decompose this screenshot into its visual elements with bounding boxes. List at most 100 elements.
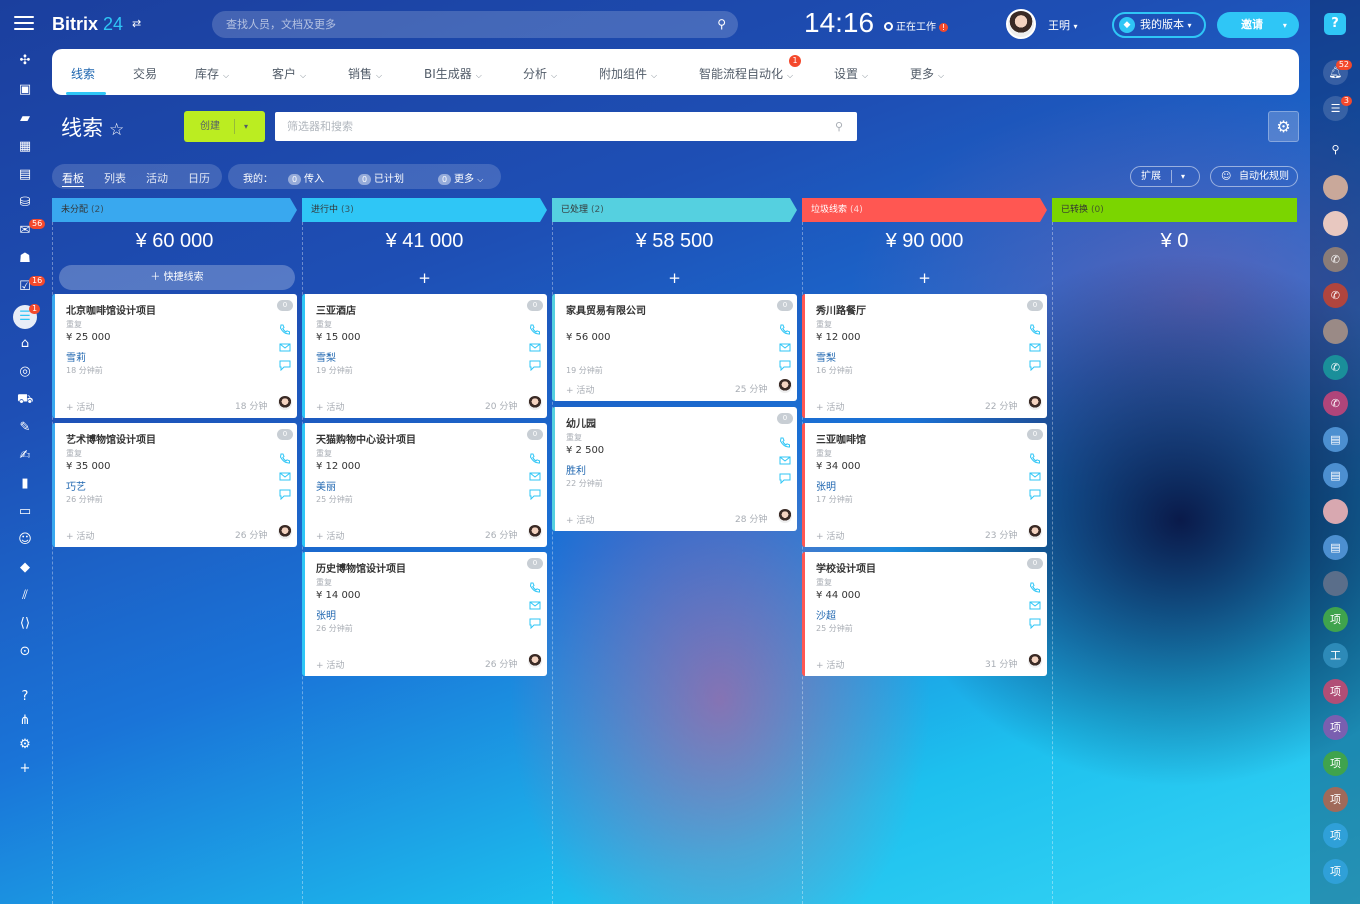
mail-icon[interactable]	[529, 467, 541, 481]
lead-card[interactable]: 艺术博物馆设计项目 重复 ¥ 35 000 巧艺 26 分钟前 + 活动 26 分钟 0	[52, 423, 297, 547]
work-status[interactable]: 正在工作!	[884, 18, 949, 33]
card-avatar[interactable]	[1028, 396, 1042, 410]
add-activity-link[interactable]: + 活动	[816, 400, 844, 413]
card-avatar[interactable]	[528, 396, 542, 410]
card-icon[interactable]: ▤	[1323, 463, 1348, 488]
card-title[interactable]: 学校设计项目	[816, 560, 876, 575]
card-responsible[interactable]: 张明	[316, 607, 336, 622]
column-header[interactable]: 未分配 (2)	[52, 198, 297, 222]
call-icon[interactable]: ✆	[1323, 355, 1348, 380]
card-avatar[interactable]	[1028, 525, 1042, 539]
expand-button[interactable]: 扩展 ▾	[1130, 166, 1200, 187]
phone-icon[interactable]	[1029, 449, 1041, 464]
add-icon[interactable]: +	[802, 268, 1047, 288]
settings-icon[interactable]: ⚙	[17, 738, 33, 752]
lead-card[interactable]: 历史博物馆设计项目 重复 ¥ 14 000 张明 26 分钟前 + 活动 26 分钟 0	[302, 552, 547, 676]
tab-more[interactable]: 更多 ⌵	[910, 65, 944, 82]
card-responsible[interactable]: 雪梨	[816, 349, 836, 364]
card-responsible[interactable]: 美丽	[316, 478, 336, 493]
tab-sales[interactable]: 销售 ⌵	[348, 65, 382, 82]
card-title[interactable]: 北京咖啡馆设计项目	[66, 302, 156, 317]
calendar-icon[interactable]: ▦	[17, 140, 33, 154]
chat-icon[interactable]	[279, 485, 291, 501]
project-avatar[interactable]: 项	[1323, 679, 1348, 704]
contact-avatar[interactable]	[1323, 319, 1348, 344]
card-responsible[interactable]: 雪莉	[66, 349, 86, 364]
tab-bi-builder[interactable]: BI生成器 ⌵	[424, 65, 482, 82]
view-list[interactable]: 列表	[104, 170, 126, 186]
quick-lead-button[interactable]: ＋ 快捷线索	[59, 265, 295, 290]
tab-leads[interactable]: 线索	[71, 65, 95, 82]
lead-card[interactable]: 学校设计项目 重复 ¥ 44 000 沙超 25 分钟前 + 活动 31 分钟 0	[802, 552, 1047, 676]
card-avatar[interactable]	[278, 396, 292, 410]
create-button[interactable]: 创建 ▾	[184, 111, 265, 142]
call-icon[interactable]: ✆	[1323, 391, 1348, 416]
box-icon[interactable]: ◆	[17, 561, 33, 575]
structure-icon[interactable]: ⋔	[17, 714, 33, 728]
phone-icon[interactable]	[779, 320, 791, 335]
contact-avatar[interactable]	[1323, 499, 1348, 524]
contact-avatar[interactable]	[1323, 175, 1348, 200]
robot-icon[interactable]: ☺	[17, 533, 33, 547]
tab-addons[interactable]: 附加组件 ⌵	[599, 65, 657, 82]
tab-analytics[interactable]: 分析 ⌵	[523, 65, 557, 82]
user-menu[interactable]: 王明 ▾	[1048, 17, 1078, 33]
phone-icon[interactable]	[279, 320, 291, 335]
counter-incoming[interactable]: 0 传入	[288, 170, 324, 185]
add-activity-link[interactable]: + 活动	[316, 400, 344, 413]
form-icon[interactable]: ✎	[17, 421, 33, 435]
tab-settings[interactable]: 设置 ⌵	[834, 65, 868, 82]
card-title[interactable]: 历史博物馆设计项目	[316, 560, 406, 575]
chat-icon[interactable]	[779, 356, 791, 372]
user-avatar[interactable]	[1006, 9, 1036, 39]
phone-icon[interactable]	[529, 320, 541, 335]
chat-icon[interactable]	[529, 356, 541, 372]
view-calendar[interactable]: 日历	[188, 170, 210, 186]
column-header[interactable]: 进行中 (3)	[302, 198, 547, 222]
phone-icon[interactable]	[529, 578, 541, 593]
search-icon[interactable]: ⚲	[1323, 137, 1348, 162]
chat-icon[interactable]	[1029, 614, 1041, 630]
phone-icon[interactable]	[279, 449, 291, 464]
lead-card[interactable]: 北京咖啡馆设计项目 重复 ¥ 25 000 雪莉 18 分钟前 + 活动 18 分钟 0	[52, 294, 297, 418]
chevron-down-icon[interactable]: ▾	[244, 111, 248, 142]
mail-icon[interactable]	[1029, 596, 1041, 610]
mail-icon[interactable]	[529, 338, 541, 352]
lead-card[interactable]: 三亚酒店 重复 ¥ 15 000 雪梨 19 分钟前 + 活动 20 分钟 0	[302, 294, 547, 418]
tab-inventory[interactable]: 库存 ⌵	[195, 65, 229, 82]
mail-icon[interactable]	[779, 451, 791, 465]
tab-automation[interactable]: 智能流程自动化 ⌵ 1	[699, 55, 802, 82]
add-activity-link[interactable]: + 活动	[566, 383, 594, 396]
contact-avatar[interactable]	[1323, 571, 1348, 596]
phone-icon[interactable]	[779, 433, 791, 448]
lead-card[interactable]: 天猫购物中心设计项目 重复 ¥ 12 000 美丽 25 分钟前 + 活动 26 分钟 0	[302, 423, 547, 547]
app-logo[interactable]: Bitrix 24	[52, 14, 123, 35]
add-icon[interactable]: +	[552, 268, 797, 288]
card-title[interactable]: 三亚咖啡馆	[816, 431, 866, 446]
lead-card[interactable]: 三亚咖啡馆 重复 ¥ 34 000 张明 17 分钟前 + 活动 23 分钟 0	[802, 423, 1047, 547]
lead-card[interactable]: 家具贸易有限公司 ¥ 56 000 19 分钟前 + 活动 25 分钟 0	[552, 294, 797, 401]
phone-icon[interactable]	[1029, 578, 1041, 593]
column-header[interactable]: 垃圾线索 (4)	[802, 198, 1047, 222]
lead-card[interactable]: 秀川路餐厅 重复 ¥ 12 000 雪梨 16 分钟前 + 活动 22 分钟 0	[802, 294, 1047, 418]
cart-icon[interactable]: ⛟	[17, 393, 33, 407]
analytics-icon[interactable]: ▮	[17, 477, 33, 491]
view-kanban[interactable]: 看板	[62, 170, 84, 187]
card-title[interactable]: 秀川路餐厅	[816, 302, 866, 317]
chat-icon[interactable]	[279, 356, 291, 372]
project-avatar[interactable]: 项	[1323, 715, 1348, 740]
mail-icon[interactable]	[1029, 338, 1041, 352]
counter-more[interactable]: 0 更多 ⌵	[438, 170, 483, 185]
code-icon[interactable]: ⟨⟩	[17, 617, 33, 631]
card-avatar[interactable]	[1028, 654, 1042, 668]
mail-icon[interactable]	[529, 596, 541, 610]
card-avatar[interactable]	[528, 525, 542, 539]
card-title[interactable]: 艺术博物馆设计项目	[66, 431, 156, 446]
feed-icon[interactable]: ✣	[17, 54, 33, 68]
gear-icon[interactable]: ⚙	[1268, 111, 1299, 142]
messenger-icon[interactable]: ▣	[17, 83, 33, 97]
bank-icon[interactable]: ⌂	[17, 337, 33, 351]
card-responsible[interactable]: 沙超	[816, 607, 836, 622]
card-avatar[interactable]	[778, 509, 792, 523]
add-activity-link[interactable]: + 活动	[816, 529, 844, 542]
